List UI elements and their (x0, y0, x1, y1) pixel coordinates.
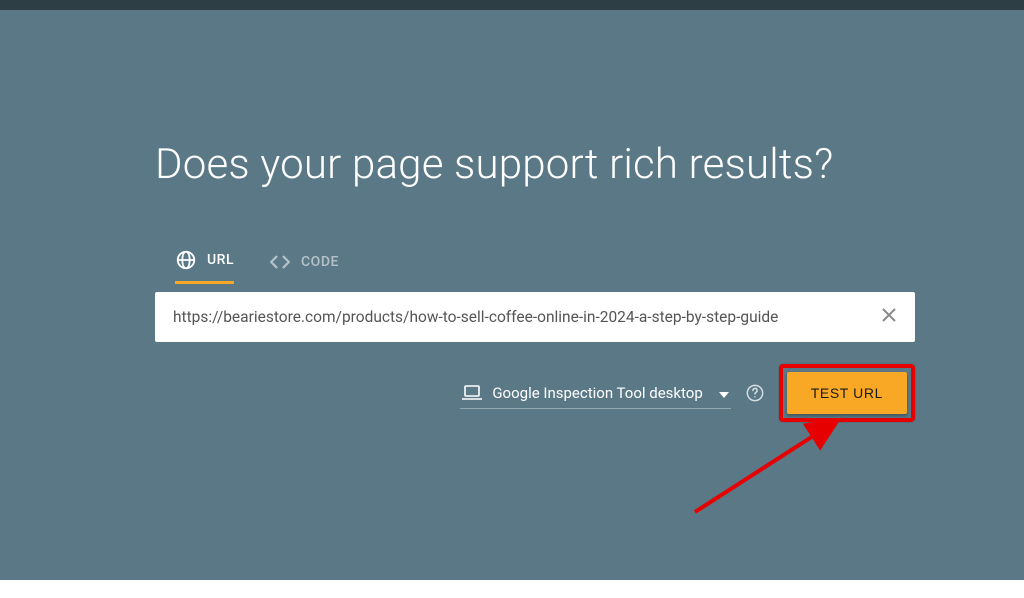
laptop-icon (462, 385, 482, 401)
device-selector-label: Google Inspection Tool desktop (492, 384, 702, 402)
device-selector[interactable]: Google Inspection Tool desktop (460, 377, 730, 409)
tab-url-label: URL (207, 252, 234, 268)
annotation-arrow (685, 407, 885, 527)
globe-icon (175, 249, 197, 271)
help-circle-icon (745, 383, 765, 403)
help-button[interactable] (745, 383, 765, 403)
bottom-strip (0, 580, 1024, 598)
chevron-down-icon (719, 383, 729, 402)
tab-code-label: CODE (301, 254, 339, 270)
test-button-highlight: TEST URL (779, 364, 915, 422)
close-icon (881, 307, 897, 323)
clear-input-button[interactable] (877, 303, 901, 331)
action-row: Google Inspection Tool desktop TEST URL (155, 364, 915, 422)
main-content-area: Does your page support rich results? URL (0, 10, 1024, 580)
tab-url[interactable]: URL (175, 239, 234, 284)
url-input-container (155, 292, 915, 342)
test-url-button[interactable]: TEST URL (787, 372, 907, 414)
top-bar (0, 0, 1024, 10)
url-input[interactable] (173, 308, 877, 326)
code-icon (269, 251, 291, 273)
tab-code[interactable]: CODE (269, 239, 339, 284)
page-heading: Does your page support rich results? (155, 140, 915, 189)
content-wrapper: Does your page support rich results? URL (155, 140, 915, 422)
input-mode-tabs: URL CODE (175, 239, 915, 284)
